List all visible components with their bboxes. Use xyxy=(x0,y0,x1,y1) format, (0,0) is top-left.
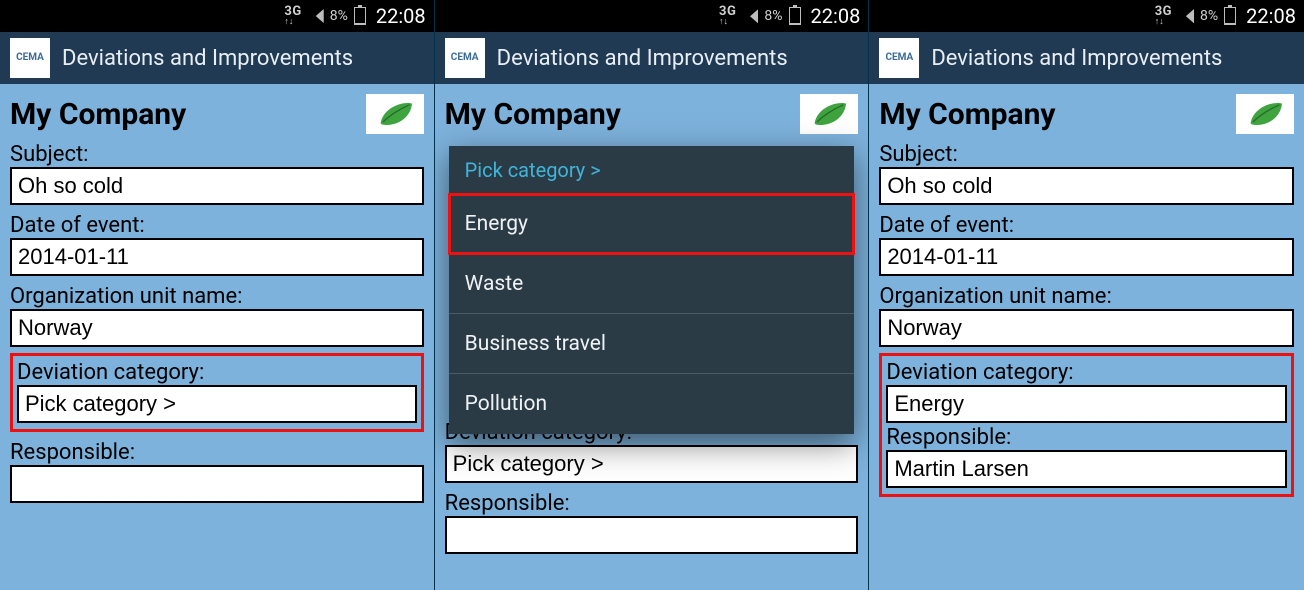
clock: 22:08 xyxy=(376,4,426,28)
subject-input[interactable] xyxy=(879,167,1294,205)
responsible-label: Responsible: xyxy=(10,440,424,465)
action-bar: CEMA Deviations and Improvements xyxy=(869,32,1304,84)
action-bar: CEMA Deviations and Improvements xyxy=(0,32,434,84)
date-input[interactable] xyxy=(879,238,1294,276)
deviation-responsible-highlight: Deviation category: Responsible: xyxy=(879,353,1294,497)
company-name: My Company xyxy=(879,97,1055,132)
clock: 22:08 xyxy=(1246,4,1296,28)
responsible-input[interactable] xyxy=(886,450,1287,488)
app-logo-icon: CEMA xyxy=(445,38,485,78)
page-title: Deviations and Improvements xyxy=(497,46,788,71)
deviation-category-highlight: Deviation category: xyxy=(10,353,424,432)
phone-screen-2: 3G↑↓ 8% 22:08 CEMA Deviations and Improv… xyxy=(435,0,870,590)
company-name: My Company xyxy=(10,97,186,132)
battery-percent: 8% xyxy=(1200,8,1218,24)
battery-icon xyxy=(789,7,801,25)
subject-label: Subject: xyxy=(10,142,424,167)
battery-icon xyxy=(354,7,366,25)
date-label: Date of event: xyxy=(10,213,424,238)
deviation-category-select[interactable] xyxy=(17,385,417,423)
signal-icon xyxy=(742,9,758,23)
leaf-icon xyxy=(366,94,424,134)
dropdown-option-waste[interactable]: Waste xyxy=(449,254,855,314)
responsible-label: Responsible: xyxy=(445,491,859,516)
signal-icon xyxy=(1178,9,1194,23)
subject-input[interactable] xyxy=(10,167,424,205)
battery-percent: 8% xyxy=(764,8,782,24)
status-bar: 3G↑↓ 8% 22:08 xyxy=(0,0,434,32)
network-3g-icon: 3G↑↓ xyxy=(1155,5,1172,27)
phone-screen-3: 3G↑↓ 8% 22:08 CEMA Deviations and Improv… xyxy=(869,0,1304,590)
org-unit-input[interactable] xyxy=(10,309,424,347)
dropdown-option-business-travel[interactable]: Business travel xyxy=(449,314,855,374)
deviation-category-select[interactable] xyxy=(886,385,1287,423)
subject-label: Subject: xyxy=(879,142,1294,167)
leaf-icon xyxy=(1236,94,1294,134)
leaf-icon xyxy=(800,94,858,134)
dropdown-option-pollution[interactable]: Pollution xyxy=(449,374,855,434)
network-3g-icon: 3G↑↓ xyxy=(284,5,301,27)
clock: 22:08 xyxy=(811,4,861,28)
responsible-label: Responsible: xyxy=(886,425,1287,450)
org-unit-input[interactable] xyxy=(879,309,1294,347)
org-unit-label: Organization unit name: xyxy=(879,284,1294,309)
battery-percent: 8% xyxy=(330,8,348,24)
phone-screen-1: 3G↑↓ 8% 22:08 CEMA Deviations and Improv… xyxy=(0,0,435,590)
page-title: Deviations and Improvements xyxy=(62,46,353,71)
action-bar: CEMA Deviations and Improvements xyxy=(435,32,869,84)
category-dropdown: Pick category > Energy Waste Business tr… xyxy=(449,146,855,434)
company-name: My Company xyxy=(445,97,621,132)
responsible-input[interactable] xyxy=(445,516,859,554)
deviation-category-label: Deviation category: xyxy=(886,360,1287,385)
page-title: Deviations and Improvements xyxy=(931,46,1222,71)
date-input[interactable] xyxy=(10,238,424,276)
responsible-input[interactable] xyxy=(10,465,424,503)
status-bar: 3G↑↓ 8% 22:08 xyxy=(869,0,1304,32)
org-unit-label: Organization unit name: xyxy=(10,284,424,309)
dropdown-header: Pick category > xyxy=(449,146,855,194)
dropdown-option-energy[interactable]: Energy xyxy=(449,194,855,254)
deviation-category-select[interactable] xyxy=(445,445,859,483)
network-3g-icon: 3G↑↓ xyxy=(719,5,736,27)
app-logo-icon: CEMA xyxy=(879,38,919,78)
deviation-category-label: Deviation category: xyxy=(17,360,417,385)
signal-icon xyxy=(308,9,324,23)
status-bar: 3G↑↓ 8% 22:08 xyxy=(435,0,869,32)
date-label: Date of event: xyxy=(879,213,1294,238)
app-logo-icon: CEMA xyxy=(10,38,50,78)
battery-icon xyxy=(1224,7,1236,25)
